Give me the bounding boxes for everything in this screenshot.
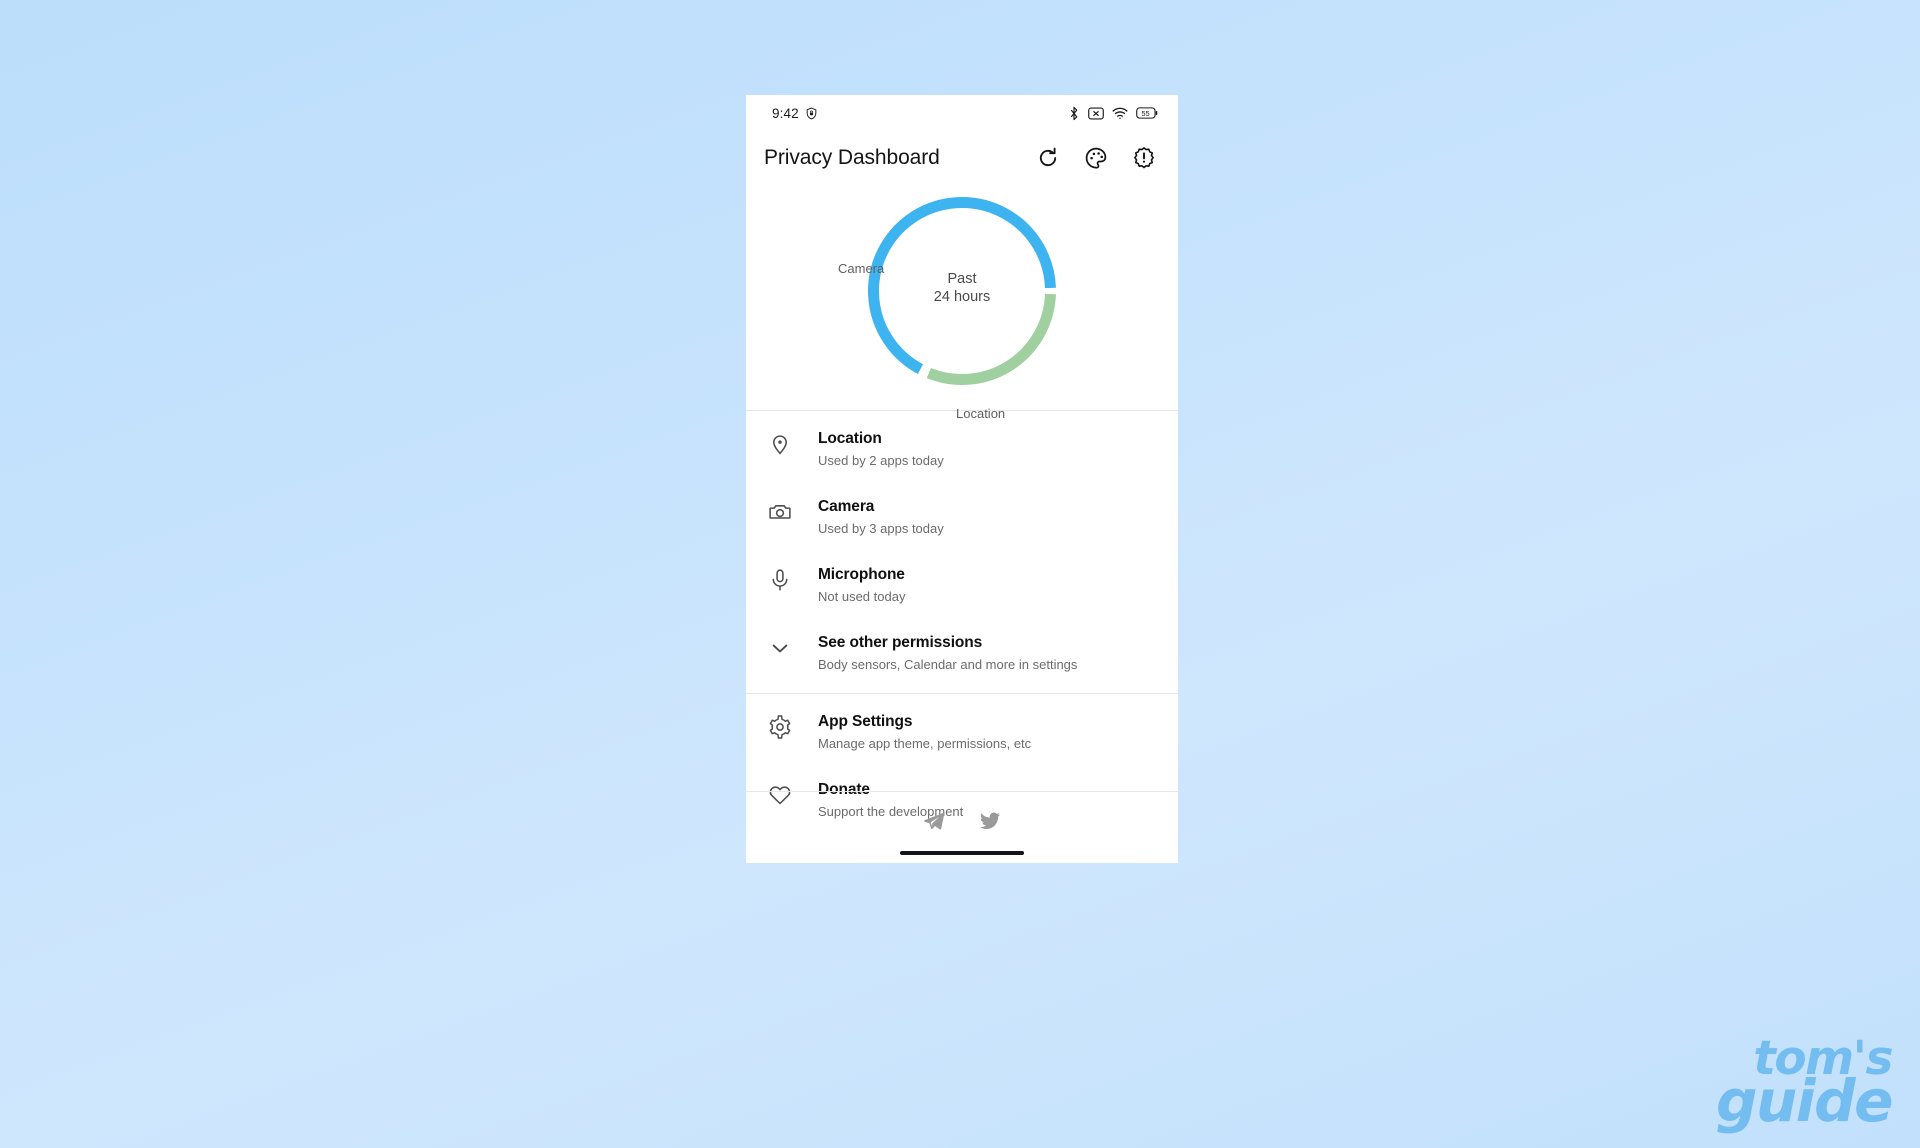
row-other-permissions-subtitle: Body sensors, Calendar and more in setti… <box>818 657 1078 672</box>
no-sim-icon <box>1088 106 1104 120</box>
row-location-title: Location <box>818 430 882 447</box>
row-app-settings-title: App Settings <box>818 713 913 730</box>
battery-level-label: 55 <box>1141 108 1150 118</box>
status-bar-right: 55 <box>1068 106 1158 121</box>
row-camera-subtitle: Used by 3 apps today <box>818 521 944 536</box>
page-title: Privacy Dashboard <box>764 146 940 169</box>
microphone-icon <box>768 568 792 592</box>
chevron-down-icon <box>768 636 792 660</box>
donut-center-label: Past 24 hours <box>746 271 1178 306</box>
location-pin-icon <box>768 432 792 456</box>
refresh-icon[interactable] <box>1036 146 1060 170</box>
donut-center-line1: Past <box>947 271 977 287</box>
row-app-settings[interactable]: App Settings Manage app theme, permissio… <box>746 698 1178 766</box>
status-bar-left: 9:42 <box>772 106 818 121</box>
row-camera[interactable]: Camera Used by 3 apps today <box>746 483 1178 551</box>
camera-icon <box>768 500 792 524</box>
twitter-icon[interactable] <box>979 810 1001 832</box>
arc-location <box>926 293 1056 385</box>
row-microphone-text: Microphone Not used today <box>818 565 905 605</box>
permissions-section: Location Used by 2 apps today Camera Use… <box>746 411 1178 693</box>
chart-label-location: Location <box>956 406 1006 421</box>
donut-center-line2: 24 hours <box>933 288 991 305</box>
telegram-icon[interactable] <box>923 810 945 832</box>
row-app-settings-text: App Settings Manage app theme, permissio… <box>818 712 1031 752</box>
bluetooth-icon <box>1068 106 1080 121</box>
chart-label-camera: Camera <box>838 261 885 276</box>
row-location-subtitle: Used by 2 apps today <box>818 453 944 468</box>
row-microphone-title: Microphone <box>818 566 905 583</box>
gesture-nav-bar[interactable] <box>900 851 1024 855</box>
social-links <box>746 792 1178 832</box>
watermark-line2: guide <box>1715 1067 1894 1136</box>
row-microphone[interactable]: Microphone Not used today <box>746 551 1178 619</box>
privacy-usage-chart: Past 24 hours Camera Location <box>746 185 1178 421</box>
row-camera-text: Camera Used by 3 apps today <box>818 497 944 537</box>
row-location[interactable]: Location Used by 2 apps today <box>746 415 1178 483</box>
row-app-settings-subtitle: Manage app theme, permissions, etc <box>818 736 1032 751</box>
battery-icon: 55 <box>1136 107 1158 119</box>
phone-screen: 9:42 55 Privacy Dashboard Past 24 hours … <box>746 95 1178 863</box>
app-bar-actions <box>1036 146 1160 170</box>
status-bar-clock: 9:42 <box>772 105 799 121</box>
app-bar: Privacy Dashboard <box>746 131 1178 185</box>
row-microphone-subtitle: Not used today <box>818 589 906 604</box>
shield-vpn-icon <box>805 107 818 120</box>
palette-icon[interactable] <box>1084 146 1108 170</box>
info-badge-icon[interactable] <box>1132 146 1156 170</box>
row-location-text: Location Used by 2 apps today <box>818 429 944 469</box>
row-camera-title: Camera <box>818 498 875 515</box>
gear-icon <box>768 715 792 739</box>
row-other-permissions-text: See other permissions Body sensors, Cale… <box>818 633 1077 673</box>
status-bar: 9:42 55 <box>746 95 1178 131</box>
toms-guide-watermark: tom's guide <box>1715 1035 1894 1136</box>
footer <box>746 791 1178 863</box>
row-other-permissions-title: See other permissions <box>818 634 983 651</box>
row-other-permissions[interactable]: See other permissions Body sensors, Cale… <box>746 619 1178 687</box>
wifi-icon <box>1112 107 1128 120</box>
